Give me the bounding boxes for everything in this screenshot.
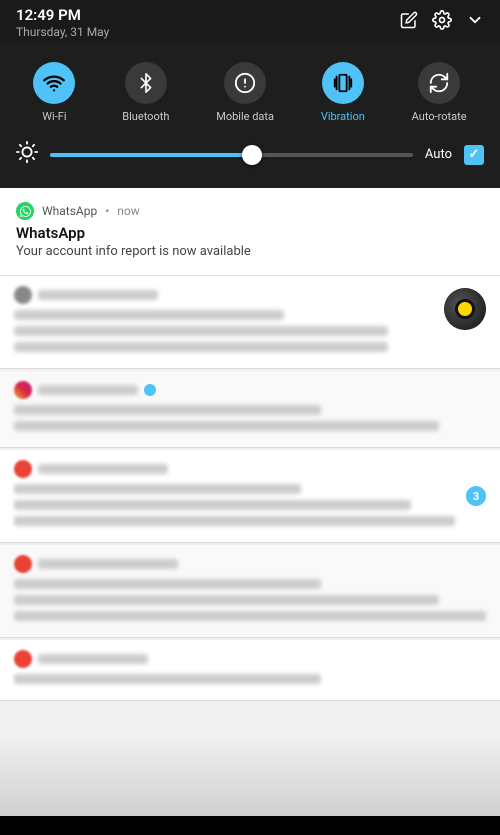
notif-header: WhatsApp • now xyxy=(16,202,484,220)
status-date: Thursday, 31 May xyxy=(16,25,109,39)
tile-auto-rotate-label: Auto-rotate xyxy=(412,110,467,123)
brightness-slider[interactable] xyxy=(50,153,413,157)
notif-separator: • xyxy=(105,204,109,218)
blurred-notif-4[interactable] xyxy=(0,545,500,638)
status-icons xyxy=(400,10,484,34)
blurred-notif-5[interactable] xyxy=(0,640,500,701)
notif-title: WhatsApp xyxy=(16,224,484,242)
quick-settings-panel: Wi-Fi Bluetooth Mobile data xyxy=(0,44,500,188)
tile-mobile-data-label: Mobile data xyxy=(216,110,274,123)
status-time: 12:49 PM xyxy=(16,6,109,24)
notif-1-avatar xyxy=(444,288,486,330)
whatsapp-notification[interactable]: WhatsApp • now WhatsApp Your account inf… xyxy=(0,188,500,276)
whatsapp-app-icon xyxy=(16,202,34,220)
tile-bluetooth[interactable]: Bluetooth xyxy=(112,54,179,131)
tile-auto-rotate[interactable]: Auto-rotate xyxy=(402,54,477,131)
auto-label: Auto xyxy=(425,147,452,162)
tile-vibration[interactable]: Vibration xyxy=(311,54,375,131)
tile-wifi[interactable]: Wi-Fi xyxy=(23,54,85,131)
tile-wifi-label: Wi-Fi xyxy=(42,110,66,123)
brightness-track xyxy=(50,153,250,157)
blurred-notif-1[interactable] xyxy=(0,276,500,369)
notif-app-name: WhatsApp xyxy=(42,204,97,218)
auto-rotate-tile-icon xyxy=(418,62,460,104)
auto-checkbox-check: ✓ xyxy=(469,147,480,162)
brightness-thumb xyxy=(242,145,262,165)
quick-tiles-row: Wi-Fi Bluetooth Mobile data xyxy=(0,54,500,131)
notif-body: Your account info report is now availabl… xyxy=(16,244,484,259)
brightness-icon xyxy=(16,141,38,168)
brightness-row: Auto ✓ xyxy=(0,135,500,174)
vibration-tile-icon xyxy=(322,62,364,104)
settings-icon[interactable] xyxy=(432,10,452,34)
blurred-notif-3[interactable]: 3 xyxy=(0,450,500,543)
notif-time: now xyxy=(117,204,140,218)
status-bar: 12:49 PM Thursday, 31 May xyxy=(0,0,500,44)
tile-bluetooth-label: Bluetooth xyxy=(122,110,169,123)
tile-vibration-label: Vibration xyxy=(321,110,365,123)
chevron-down-icon[interactable] xyxy=(466,11,484,33)
blurred-notifications-area: 3 xyxy=(0,276,500,816)
edit-icon xyxy=(400,11,418,33)
tile-mobile-data[interactable]: Mobile data xyxy=(206,54,284,131)
fade-overlay xyxy=(0,736,500,816)
bluetooth-tile-icon xyxy=(125,62,167,104)
notif-3-badge: 3 xyxy=(466,486,486,506)
blurred-notif-2[interactable] xyxy=(0,371,500,448)
mobile-data-tile-icon xyxy=(224,62,266,104)
wifi-tile-icon xyxy=(33,62,75,104)
auto-brightness-checkbox[interactable]: ✓ xyxy=(464,145,484,165)
